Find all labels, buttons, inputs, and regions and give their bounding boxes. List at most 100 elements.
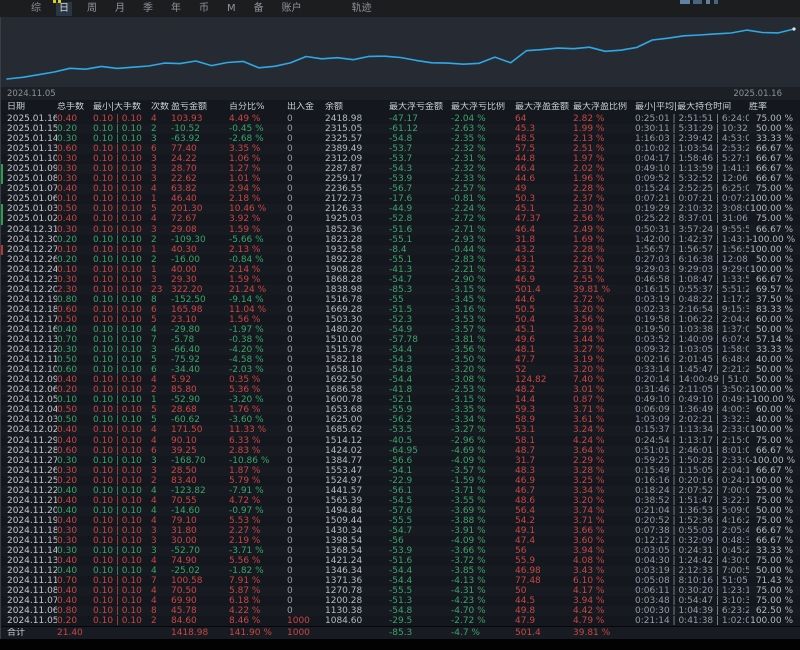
cell-hold_time: 0:21:04 | 1:36:53 | 5:09:00 — [635, 505, 749, 516]
table-row[interactable]: 2024.12.10 0.60 0.10 | 0.10 6 -34.40 -2.03 % 0… — [1, 365, 800, 375]
cell-max_profit: 47.37 — [515, 214, 541, 225]
cell-max_loss: -56.7 — [389, 184, 413, 195]
table-row[interactable]: 2024.12.03 0.50 0.10 | 0.10 5 -60.62 -3.60 % 0… — [1, 415, 800, 425]
cell-max_profit: 31.8 — [515, 234, 536, 245]
cell-pct: 0.35 % — [229, 375, 261, 386]
table-row[interactable]: 2024.11.28 0.60 0.10 | 0.10 6 39.25 2.83 % 0 14… — [1, 446, 800, 456]
table-row[interactable]: 2024.11.18 0.30 0.10 | 0.10 3 31.80 2.27 % 0 14… — [1, 526, 800, 536]
table-row[interactable]: 2025.01.09 0.30 0.10 | 0.10 3 28.70 1.27 % 0 22… — [1, 164, 800, 175]
table-row[interactable]: 2024.11.20 0.40 0.10 | 0.10 4 -14.60 -0.97 % 0… — [1, 506, 800, 516]
table-row[interactable]: 2025.01.13 0.60 0.10 | 0.10 6 77.40 3.35 % 0 23… — [1, 144, 800, 154]
column-header[interactable]: 最大浮盈比例 — [573, 102, 635, 112]
menu-item[interactable]: 账户 — [279, 2, 305, 16]
cell-max_profit: 52 — [515, 365, 527, 376]
cell-inout: 0 — [287, 525, 293, 536]
table-row[interactable]: 2024.12.06 0.20 0.10 | 0.10 2 85.80 5.36 % 0 16… — [1, 385, 800, 395]
table-row[interactable]: 2024.11.27 0.30 0.10 | 0.10 3 -168.70 -10.86 … — [1, 456, 800, 466]
menu-item[interactable]: 季 — [140, 2, 156, 16]
table-row[interactable]: 2024.11.06 0.80 0.10 | 0.10 8 45.78 4.22 % 0 11… — [1, 606, 800, 616]
cell-lots: 0.60 — [57, 445, 78, 456]
table-row[interactable]: 2025.01.10 0.30 0.10 | 0.10 3 24.22 1.06 % 0 23… — [1, 154, 800, 164]
table-row[interactable]: 2024.12.16 0.40 0.10 | 0.10 4 -29.80 -1.97 % 0… — [1, 325, 800, 335]
menu-item[interactable]: 周 — [84, 2, 100, 16]
column-header[interactable]: 最大浮亏比例 — [451, 102, 515, 112]
table-row[interactable]: 2025.01.16 0.40 0.10 | 0.10 4 103.93 4.49 % 0 2… — [1, 114, 800, 124]
cell-max_loss: -53.9 — [389, 174, 413, 185]
table-row[interactable]: 2024.11.07 0.40 0.10 | 0.10 4 69.90 6.18 % 0 12… — [1, 596, 800, 606]
column-header[interactable]: 盈亏金额 — [171, 102, 229, 112]
cell-max_profit: 55.9 — [515, 556, 536, 567]
table-row[interactable]: 2024.12.05 0.10 0.10 | 0.10 1 -52.90 -3.20 % 0… — [1, 395, 800, 405]
table-row[interactable]: 2024.12.23 0.30 0.10 | 0.10 3 29.30 1.59 % 0 18… — [1, 275, 800, 285]
menu-item[interactable]: 综 — [28, 2, 44, 16]
table-row[interactable]: 2025.01.08 0.30 0.10 | 0.10 3 22.62 1.01 % 0 22… — [1, 174, 800, 185]
column-header[interactable]: 最大浮亏金额 — [389, 102, 451, 112]
cell-max_profit: 48.7 — [515, 445, 536, 456]
table-row[interactable]: 2025.01.02 0.40 0.10 | 0.10 4 72.67 3.92 % 0 19… — [1, 214, 800, 225]
table-row[interactable]: 2024.11.05 0.20 0.10 | 0.10 2 84.60 8.46 % 100… — [1, 616, 800, 626]
table-row[interactable]: 2025.01.03 0.50 0.10 | 0.10 5 201.30 10.46 % 0… — [1, 204, 800, 215]
cell-minmax: 0.10 | 0.10 — [93, 465, 142, 476]
table-row[interactable]: 2024.12.17 0.50 0.10 | 0.10 5 23.10 1.56 % 0 15… — [1, 315, 800, 325]
column-header[interactable]: 最大浮盈金额 — [515, 102, 573, 112]
table-row[interactable]: 2024.12.13 0.70 0.10 | 0.10 7 -5.78 -0.38 % 0 1… — [1, 335, 800, 345]
table-row[interactable]: 2024.11.13 0.40 0.10 | 0.10 4 74.90 5.56 % 0 14… — [1, 556, 800, 566]
table-row[interactable]: 2024.12.31 0.30 0.10 | 0.10 3 29.08 1.59 % 0 18… — [1, 225, 800, 235]
menu-item[interactable]: 月 — [112, 2, 128, 16]
table-row[interactable]: 2025.01.06 0.10 0.10 | 0.10 1 46.40 2.18 % 0 21… — [1, 194, 800, 204]
column-header[interactable]: 余额 — [325, 102, 389, 112]
menu-item[interactable]: 年 — [168, 2, 184, 16]
column-header[interactable]: 百分比% — [229, 102, 287, 112]
table-row[interactable]: 2024.12.12 0.30 0.10 | 0.10 3 -66.40 -4.20 % 0… — [1, 345, 800, 355]
cell-max_loss: -51.3 — [389, 596, 413, 607]
table-row[interactable]: 2024.11.12 0.40 0.10 | 0.10 4 -25.02 -1.82 % 0… — [1, 566, 800, 576]
table-row[interactable]: 2024.12.18 0.60 0.10 | 0.10 6 165.98 11.04 % 0… — [1, 305, 800, 315]
cell-max_profit_pct: 39.81 % — [573, 284, 611, 295]
table-row[interactable]: 2024.12.09 0.40 0.10 | 0.10 4 5.92 0.35 % 0 169… — [1, 375, 800, 385]
menu-item-trajectory[interactable]: 轨迹 — [349, 2, 375, 16]
table-row[interactable]: 2024.12.20 2.30 0.10 | 0.10 23 322.20 21.24 %… — [1, 285, 800, 295]
table-row[interactable]: 2024.11.29 0.40 0.10 | 0.10 4 90.10 6.33 % 0 15… — [1, 436, 800, 446]
table-row[interactable]: 2024.12.27 0.10 0.10 | 0.10 1 40.30 2.13 % 0 19… — [1, 244, 800, 255]
cell-times: 4 — [151, 596, 157, 607]
column-header[interactable]: 出入金 — [287, 102, 325, 112]
cell-pnl: -25.02 — [171, 566, 201, 577]
table-row[interactable]: 2024.11.26 0.30 0.10 | 0.10 3 28.50 1.87 % 0 15… — [1, 466, 800, 476]
table-row[interactable]: 2024.12.11 0.50 0.10 | 0.10 5 -75.92 -4.58 % 0… — [1, 355, 800, 365]
table-row[interactable]: 2025.01.14 0.30 0.10 | 0.10 3 -63.92 -2.68 % 0… — [1, 134, 800, 144]
cell-pnl: 201.30 — [171, 204, 203, 215]
table-row[interactable]: 2024.12.19 0.80 0.10 | 0.10 8 -152.50 -9.14 %… — [1, 295, 800, 305]
column-header[interactable]: 胜率 — [749, 102, 800, 112]
cell-inout: 0 — [287, 204, 293, 215]
table-row[interactable]: 2024.12.04 0.50 0.10 | 0.10 5 28.68 1.76 % 0 16… — [1, 405, 800, 415]
equity-curve-svg — [6, 27, 796, 80]
table-row[interactable]: 2024.11.14 0.30 0.10 | 0.10 3 -52.70 -3.71 % 0… — [1, 546, 800, 556]
cell-max_profit_pct: 2.31 % — [573, 264, 605, 275]
menu-item[interactable]: 日 — [56, 1, 72, 16]
menu-item[interactable]: M — [224, 2, 239, 16]
table-row[interactable]: 2025.01.07 0.40 0.10 | 0.10 4 63.82 2.94 % 0 22… — [1, 184, 800, 194]
table-row[interactable]: 2024.11.15 0.30 0.10 | 0.10 3 30.00 2.19 % 0 13… — [1, 536, 800, 546]
table-row[interactable]: 2024.12.26 0.20 0.10 | 0.10 2 -16.00 -0.84 % 0… — [1, 255, 800, 265]
menu-item[interactable]: 币 — [196, 2, 212, 16]
table-row[interactable]: 2024.12.24 0.10 0.10 | 0.10 1 40.00 2.14 % 0 19… — [1, 265, 800, 275]
cell-hold_time: 0:51:01 | 2:46:01 | 8:01:09 — [635, 445, 749, 456]
table-row[interactable]: 2024.11.25 0.20 0.10 | 0.10 2 83.40 5.79 % 0 15… — [1, 476, 800, 486]
menu-item[interactable]: 备 — [251, 2, 267, 16]
table-row[interactable]: 2024.12.02 0.40 0.10 | 0.10 4 171.50 11.33 % 0… — [1, 425, 800, 435]
cell-max_loss: -55.5 — [389, 515, 413, 526]
cell-max_profit_pct: 2.72 % — [573, 294, 605, 305]
table-row[interactable]: 2024.12.30 0.20 0.10 | 0.10 2 -109.30 -5.66 %… — [1, 235, 800, 245]
column-header[interactable]: 总手数 — [57, 102, 93, 112]
table-row[interactable]: 2024.11.11 0.70 0.10 | 0.10 7 100.58 7.91 % 0 1… — [1, 576, 800, 586]
table-row[interactable]: 2025.01.15 0.20 0.10 | 0.10 2 -10.52 -0.45 % 0… — [1, 124, 800, 134]
column-header[interactable]: 日期 — [1, 102, 57, 112]
table-row[interactable]: 2024.11.21 0.40 0.10 | 0.10 4 70.55 4.72 % 0 15… — [1, 496, 800, 506]
column-header[interactable]: 最小|大手数 — [93, 102, 151, 112]
table-row[interactable]: 2024.11.08 0.40 0.10 | 0.10 4 70.50 5.87 % 0 12… — [1, 586, 800, 596]
table-row[interactable]: 2024.11.22 0.40 0.10 | 0.10 4 -123.82 -7.91 %… — [1, 486, 800, 496]
column-header[interactable]: 次数 — [151, 102, 171, 112]
table-row[interactable]: 2024.11.19 0.40 0.10 | 0.10 4 79.10 5.53 % 0 15… — [1, 516, 800, 526]
column-header[interactable]: 最小|平均|最大持仓时间 — [635, 102, 749, 112]
cell-max_profit: 124.82 — [515, 375, 547, 386]
